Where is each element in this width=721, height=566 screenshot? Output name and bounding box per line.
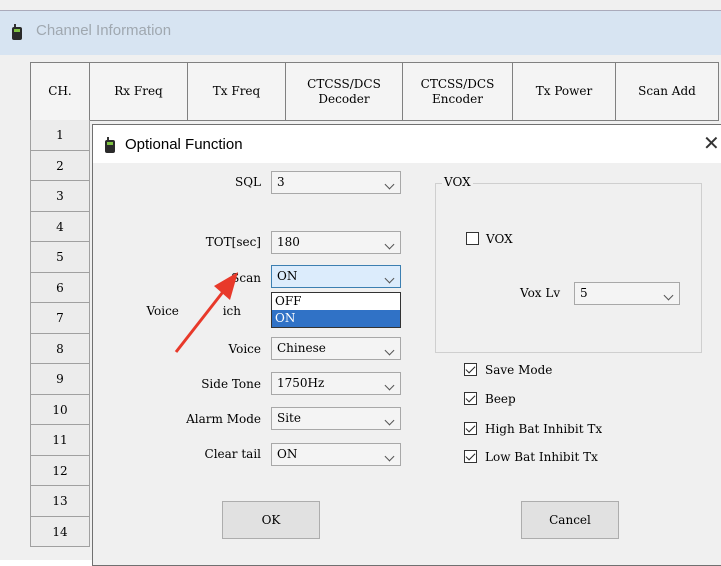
- row-number[interactable]: 5: [30, 242, 90, 273]
- side-tone-value: 1750Hz: [277, 376, 325, 390]
- radio-icon: [12, 24, 22, 40]
- chevron-down-icon: [663, 290, 674, 301]
- vox-lv-value: 5: [580, 286, 588, 300]
- optional-function-dialog: Optional Function ✕ SQL 3 TOT[sec] 180 S…: [92, 124, 721, 566]
- vox-checkbox-label: VOX: [486, 232, 513, 246]
- table-header-row: CH. Rx Freq Tx Freq CTCSS/DCS Decoder CT…: [30, 62, 719, 121]
- dialog-title: Optional Function: [125, 136, 243, 153]
- chevron-down-icon: [384, 415, 395, 426]
- scan-select[interactable]: ON: [271, 265, 401, 288]
- row-number[interactable]: 1: [30, 120, 90, 151]
- chevron-down-icon: [384, 273, 395, 284]
- save-mode-checkbox[interactable]: [464, 363, 477, 376]
- clear-tail-label: Clear tail: [204, 447, 261, 461]
- scan-option-on[interactable]: ON: [272, 310, 400, 327]
- sql-label: SQL: [234, 175, 261, 189]
- row-number[interactable]: 8: [30, 333, 90, 364]
- chevron-down-icon: [384, 239, 395, 250]
- alarm-mode-label: Alarm Mode: [186, 412, 261, 426]
- close-icon[interactable]: ✕: [703, 131, 720, 155]
- chevron-down-icon: [384, 380, 395, 391]
- chevron-down-icon: [384, 179, 395, 190]
- side-tone-select[interactable]: 1750Hz: [271, 372, 401, 395]
- chevron-down-icon: [384, 451, 395, 462]
- scan-value: ON: [277, 269, 298, 283]
- vox-lv-select[interactable]: 5: [574, 282, 680, 305]
- radio-icon: [105, 137, 115, 153]
- chevron-down-icon: [384, 345, 395, 356]
- low-bat-inhibit-checkbox[interactable]: [464, 450, 477, 463]
- row-number[interactable]: 7: [30, 303, 90, 334]
- high-bat-inhibit-label: High Bat Inhibit Tx: [485, 422, 603, 436]
- tot-select[interactable]: 180: [271, 231, 401, 254]
- row-number[interactable]: 12: [30, 455, 90, 486]
- side-tone-label: Side Tone: [201, 377, 261, 391]
- row-number[interactable]: 3: [30, 181, 90, 212]
- col-tx-freq[interactable]: Tx Freq: [187, 62, 286, 121]
- ok-button[interactable]: OK: [222, 501, 320, 539]
- row-number[interactable]: 2: [30, 150, 90, 181]
- vox-lv-label: Vox Lv: [520, 286, 561, 300]
- row-number[interactable]: 4: [30, 211, 90, 242]
- voice-select[interactable]: Chinese: [271, 337, 401, 360]
- col-decoder[interactable]: CTCSS/DCS Decoder: [285, 62, 403, 121]
- row-number[interactable]: 10: [30, 394, 90, 425]
- voice-switch-label-head: Voice: [146, 304, 183, 318]
- row-number[interactable]: 6: [30, 272, 90, 303]
- scan-label: Scan: [231, 271, 261, 285]
- vox-group-legend: VOX: [442, 175, 473, 189]
- channel-table: CH. Rx Freq Tx Freq CTCSS/DCS Decoder CT…: [30, 62, 719, 121]
- col-ch[interactable]: CH.: [30, 62, 90, 121]
- tot-label: TOT[sec]: [205, 235, 261, 249]
- voice-switch-label: Voice ich: [113, 304, 241, 318]
- window-titlebar: Channel Information: [0, 10, 721, 55]
- col-tx-power[interactable]: Tx Power: [512, 62, 616, 121]
- row-number[interactable]: 9: [30, 364, 90, 395]
- low-bat-inhibit-label: Low Bat Inhibit Tx: [485, 450, 598, 464]
- row-number-column: 1 2 3 4 5 6 7 8 9 10 11 12 13 14: [30, 120, 90, 547]
- row-number[interactable]: 11: [30, 425, 90, 456]
- beep-checkbox[interactable]: [464, 392, 477, 405]
- vox-group: VOX VOX Vox Lv 5: [435, 175, 702, 353]
- window-title: Channel Information: [36, 22, 172, 39]
- save-mode-label: Save Mode: [485, 363, 553, 377]
- clear-tail-select[interactable]: ON: [271, 443, 401, 466]
- alarm-mode-value: Site: [277, 411, 301, 425]
- vox-checkbox[interactable]: [466, 232, 479, 245]
- voice-switch-label-tail: ich: [222, 304, 241, 318]
- row-number[interactable]: 14: [30, 516, 90, 547]
- cancel-button[interactable]: Cancel: [521, 501, 619, 539]
- col-scan-add[interactable]: Scan Add: [615, 62, 719, 121]
- alarm-mode-select[interactable]: Site: [271, 407, 401, 430]
- voice-value: Chinese: [277, 341, 326, 355]
- col-encoder[interactable]: CTCSS/DCS Encoder: [402, 62, 513, 121]
- high-bat-inhibit-checkbox[interactable]: [464, 422, 477, 435]
- sql-select[interactable]: 3: [271, 171, 401, 194]
- scan-dropdown-list: OFF ON: [271, 292, 401, 328]
- sql-value: 3: [277, 175, 285, 189]
- scan-option-off[interactable]: OFF: [272, 293, 400, 310]
- beep-label: Beep: [485, 392, 516, 406]
- clear-tail-value: ON: [277, 447, 298, 461]
- dialog-titlebar: Optional Function ✕: [93, 125, 721, 163]
- col-rx-freq[interactable]: Rx Freq: [89, 62, 188, 121]
- tot-value: 180: [277, 235, 300, 249]
- voice-label: Voice: [228, 342, 261, 356]
- row-number[interactable]: 13: [30, 486, 90, 517]
